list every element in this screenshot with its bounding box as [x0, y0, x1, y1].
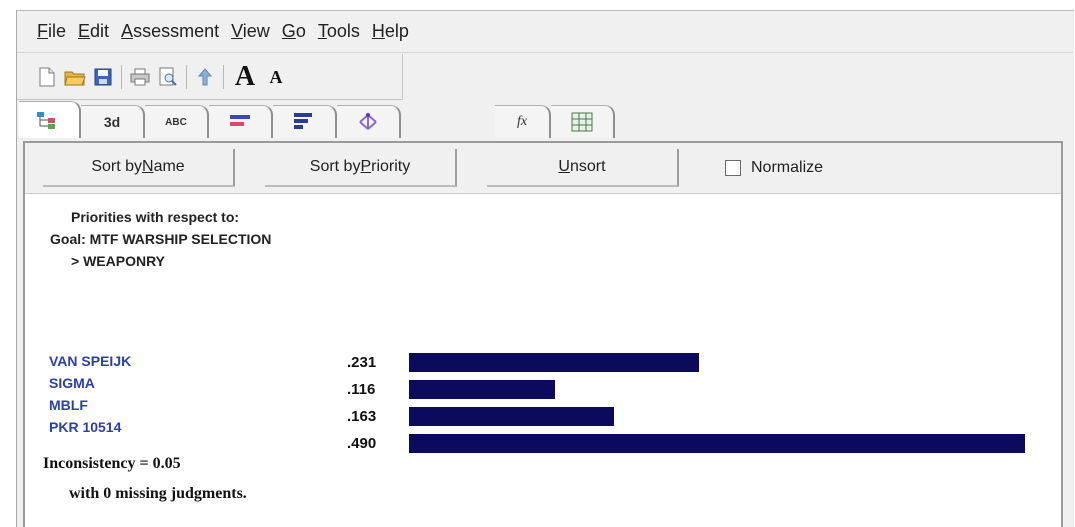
priority-bars-icon — [294, 113, 312, 129]
alternative-label[interactable]: VAN SPEIJK — [49, 353, 131, 369]
normalize-label: Normalize — [751, 159, 824, 176]
sort-by-name-button[interactable]: Sort by Name — [43, 149, 235, 187]
toolbar: A A — [17, 54, 403, 100]
normalize-option[interactable]: Normalize — [725, 149, 823, 187]
priority-bars-tab[interactable] — [273, 105, 337, 138]
alternative-priority-bar — [409, 353, 699, 372]
grid-icon — [571, 112, 593, 132]
menu-bar: File Edit Assessment View Go Tools Help — [17, 11, 1073, 53]
menu-tools[interactable]: Tools — [318, 21, 360, 42]
normalize-checkbox[interactable] — [725, 160, 741, 176]
grid-tab[interactable] — [551, 105, 615, 138]
alternative-label[interactable]: MBLF — [49, 397, 88, 413]
menu-edit[interactable]: Edit — [78, 21, 109, 42]
3d-tab-label: 3d — [103, 114, 121, 130]
3d-tab[interactable]: 3d — [81, 105, 145, 138]
hierarchy-tab[interactable] — [337, 105, 401, 138]
save-button[interactable] — [91, 65, 115, 89]
alternative-priority-bar — [409, 380, 555, 399]
menu-go[interactable]: Go — [282, 21, 306, 42]
hierarchy-icon — [359, 113, 377, 130]
new-file-button[interactable] — [35, 65, 59, 89]
alternative-priority-bar — [409, 407, 614, 426]
application-window: File Edit Assessment View Go Tools Help — [16, 10, 1074, 527]
alternative-priority-bar — [409, 434, 1025, 453]
alternative-label[interactable]: SIGMA — [49, 375, 95, 391]
menu-help[interactable]: Help — [372, 21, 409, 42]
save-icon — [94, 68, 112, 85]
formula-tab[interactable]: fx — [495, 105, 551, 138]
toolbar-separator — [223, 64, 224, 89]
alternative-priority-value: .490 — [347, 435, 377, 452]
alternative-priority-value: .231 — [347, 354, 377, 371]
alternative-priority-value: .163 — [347, 408, 377, 425]
move-up-button[interactable] — [193, 65, 217, 89]
font-smaller-icon: A — [269, 66, 283, 87]
menu-file[interactable]: File — [37, 21, 66, 42]
tree-icon — [37, 112, 55, 129]
font-larger-button[interactable]: A — [230, 60, 260, 92]
new-file-icon — [39, 67, 55, 86]
font-smaller-button[interactable]: A — [264, 65, 288, 89]
alternative-priority-value: .116 — [347, 381, 376, 398]
menu-assessment[interactable]: Assessment — [121, 21, 219, 42]
view-tabs: 3d ABC fx — [17, 101, 1073, 141]
priorities-goal-line: Goal: MTF WARSHIP SELECTION — [50, 231, 272, 247]
priorities-panel: Sort by Name Sort by Priority Unsort Nor… — [23, 141, 1063, 527]
open-folder-icon — [64, 71, 86, 85]
formula-icon: fx — [516, 114, 528, 129]
tree-view-tab[interactable] — [19, 101, 81, 138]
bars-icon — [230, 115, 250, 126]
sort-bar: Sort by Name Sort by Priority Unsort Nor… — [25, 143, 1061, 194]
inconsistency-ratio: Inconsistency = 0.05 — [43, 455, 181, 472]
print-preview-button[interactable] — [156, 65, 180, 89]
menu-view[interactable]: View — [231, 21, 270, 42]
sort-by-priority-button[interactable]: Sort by Priority — [265, 149, 457, 187]
move-up-icon — [197, 67, 213, 85]
print-button[interactable] — [128, 65, 152, 89]
toolbar-separator — [121, 64, 122, 89]
print-preview-icon — [159, 67, 177, 86]
alternative-label[interactable]: PKR 10514 — [49, 419, 121, 435]
unsort-button[interactable]: Unsort — [487, 149, 679, 187]
bars-tab[interactable] — [209, 105, 273, 138]
print-icon — [130, 68, 150, 85]
toolbar-separator — [186, 64, 187, 89]
abc-tab[interactable]: ABC — [145, 105, 209, 138]
priorities-heading-line1: Priorities with respect to: — [71, 209, 240, 225]
font-larger-icon: A — [234, 60, 256, 92]
priorities-node-line: > WEAPONRY — [71, 253, 165, 269]
missing-judgments: with 0 missing judgments. — [69, 485, 247, 502]
abc-tab-label: ABC — [165, 116, 187, 128]
open-folder-button[interactable] — [63, 65, 87, 89]
